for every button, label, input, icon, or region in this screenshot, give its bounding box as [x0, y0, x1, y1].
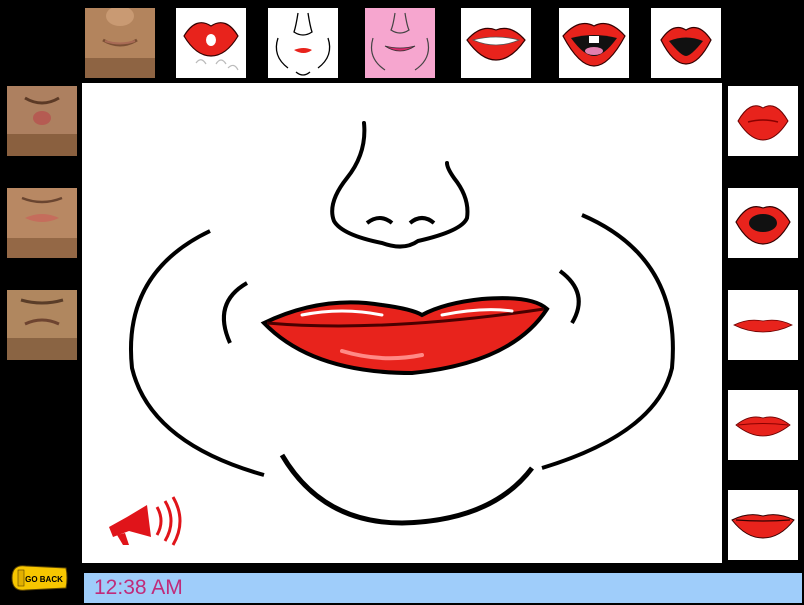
thumb-lips-thin[interactable] [728, 290, 798, 360]
right-cheek-line [541, 213, 675, 470]
nose-outline [330, 121, 470, 249]
thumb-face-smile[interactable] [85, 8, 155, 78]
go-back-button[interactable]: GO BACK [8, 560, 70, 596]
thumb-face-frown[interactable] [7, 290, 77, 360]
lips-teeth-image [466, 27, 526, 61]
go-back-label: GO BACK [25, 575, 63, 584]
thumb-lips-pucker[interactable] [728, 86, 798, 156]
face-pink-image [370, 12, 430, 71]
thumb-lips-oh[interactable] [728, 188, 798, 258]
lips-thin-image [733, 319, 793, 333]
lips-closed-image [735, 416, 791, 437]
face-closed-image [7, 188, 77, 258]
status-bar: 12:38 AM [84, 573, 802, 603]
face-pucker-image [7, 86, 77, 156]
right-crease [558, 269, 581, 325]
thumb-face-pink-smile[interactable] [365, 8, 435, 78]
main-face-canvas [82, 83, 722, 563]
thumb-face-lips-closed[interactable] [7, 188, 77, 258]
face-frown-image [7, 290, 77, 360]
thumb-lips-open-tongue[interactable] [559, 8, 629, 78]
lips-kiss-image [183, 22, 239, 71]
thumb-face-outline-smirk[interactable] [268, 8, 338, 78]
lips-grin-image [731, 514, 795, 539]
nostrils [365, 216, 436, 225]
lips-o-image [660, 27, 712, 65]
main-lips [260, 296, 550, 376]
left-cheek-line [129, 229, 265, 477]
thumb-lips-grin[interactable] [728, 490, 798, 560]
thumb-face-pucker[interactable] [7, 86, 77, 156]
lips-pucker-image [737, 105, 789, 141]
face-outline-image [275, 12, 331, 76]
thumb-lips-closed[interactable] [728, 390, 798, 460]
face-illustration [129, 121, 675, 526]
thumb-lips-teeth-smile[interactable] [461, 8, 531, 78]
chin-line [279, 453, 534, 526]
thumb-lips-open-o[interactable] [651, 8, 721, 78]
face-smile-image [85, 8, 155, 78]
clock-time: 12:38 AM [94, 576, 183, 599]
left-crease [221, 281, 249, 344]
lips-open-image [562, 23, 626, 67]
speaker-icon[interactable] [105, 495, 185, 547]
thumb-lips-kiss-blow[interactable] [176, 8, 246, 78]
lips-oh-image [735, 206, 791, 245]
